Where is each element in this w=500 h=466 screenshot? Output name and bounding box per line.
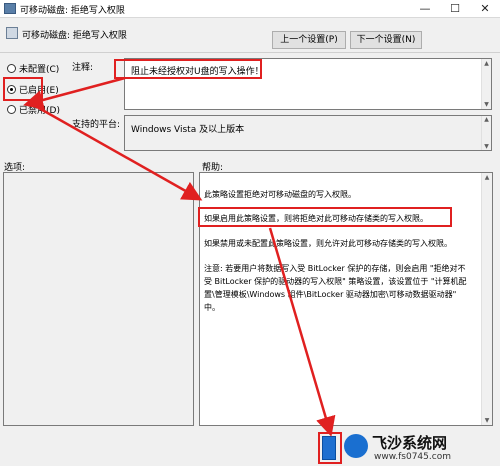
- annotation-arrows: [23, 76, 336, 437]
- watermark-logo-icon: [344, 434, 368, 458]
- watermark-url: www.fs0745.com: [374, 452, 451, 462]
- arrow-options-to-help: [29, 101, 203, 201]
- watermark-name: 飞沙系统网: [372, 434, 448, 452]
- arrow-comment-to-options: [23, 76, 126, 110]
- arrow-help-to-ok: [268, 227, 336, 437]
